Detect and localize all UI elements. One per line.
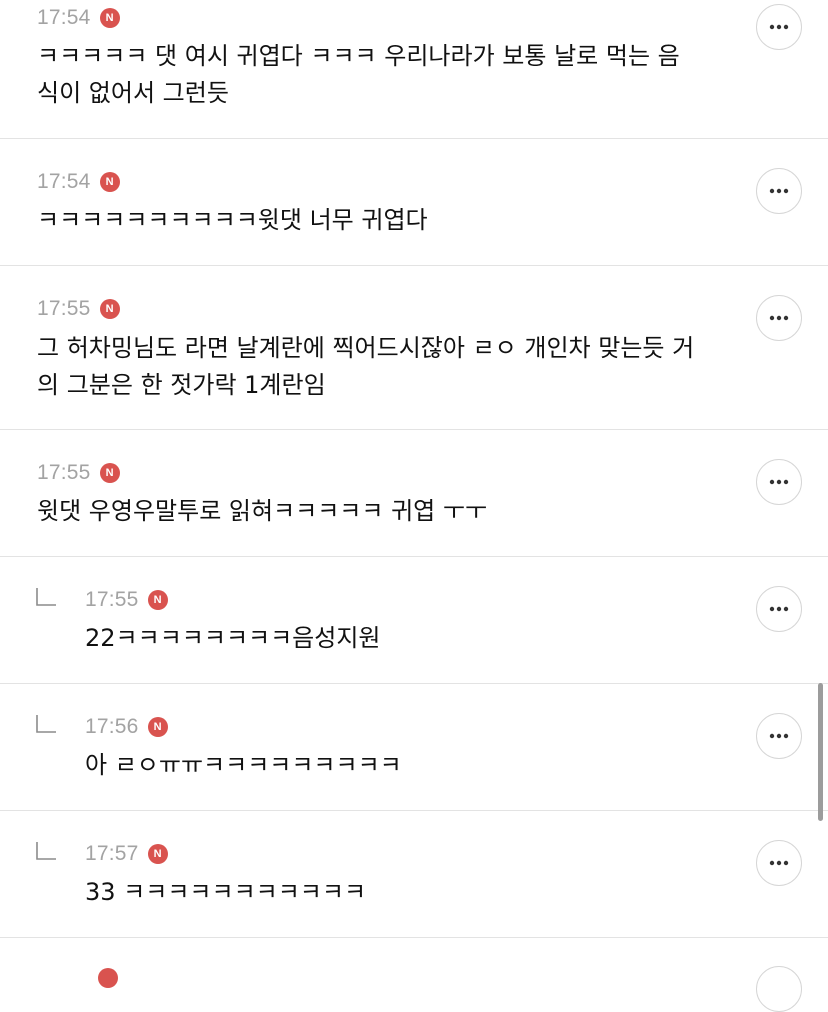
- more-options-button[interactable]: [756, 459, 802, 505]
- comment-time: 17:55: [37, 297, 91, 320]
- new-badge-icon: N: [99, 463, 120, 483]
- comment-time: 17:55: [37, 461, 91, 484]
- more-options-button[interactable]: [756, 168, 802, 214]
- more-horizontal-icon: [769, 733, 789, 739]
- more-horizontal-icon: [769, 188, 789, 194]
- comment-meta: 17:55 N: [37, 461, 120, 485]
- more-options-button[interactable]: [756, 586, 802, 632]
- comment-meta: 17:54 N: [37, 170, 120, 194]
- comment-item: 17:55 N 그 허차밍님도 라면 날계란에 찍어드시잖아 ㄹㅇ 개인차 맞는듯 …: [0, 266, 828, 430]
- reply-comment: 17:56 N 아 ㄹㅇㅠㅠㅋㅋㅋㅋㅋㅋㅋㅋㅋ: [0, 684, 828, 811]
- comment-text: 그 허차밍님도 라면 날계란에 찍어드시잖아 ㄹㅇ 개인차 맞는듯 거 의 그분…: [37, 334, 695, 399]
- reply-comment: 17:55 N 22ㅋㅋㅋㅋㅋㅋㅋㅋ음성지원: [0, 557, 828, 684]
- comment-text: 아 ㄹㅇㅠㅠㅋㅋㅋㅋㅋㅋㅋㅋㅋ: [85, 751, 402, 779]
- more-options-button[interactable]: [756, 713, 802, 759]
- comment-item: 17:55 N 윗댓 우영우말투로 읽혀ㅋㅋㅋㅋㅋ 귀엽 ㅜㅜ: [0, 430, 828, 557]
- new-badge-icon: N: [147, 717, 168, 737]
- new-badge-icon: [98, 968, 118, 988]
- more-horizontal-icon: [769, 606, 789, 612]
- comment-text: 윗댓 우영우말투로 읽혀ㅋㅋㅋㅋㅋ 귀엽 ㅜㅜ: [37, 497, 488, 525]
- more-options-button[interactable]: [756, 4, 802, 50]
- new-badge-icon: N: [99, 299, 120, 319]
- new-badge-label: N: [105, 175, 114, 188]
- new-badge-icon: N: [99, 8, 120, 28]
- new-badge-label: N: [105, 466, 114, 479]
- comment-meta: 17:55 N: [37, 297, 120, 321]
- comment-meta: 17:57 N: [85, 842, 168, 866]
- reply-arrow-icon: [36, 715, 56, 733]
- comment-text: 33 ㅋㅋㅋㅋㅋㅋㅋㅋㅋㅋㅋ: [85, 878, 367, 906]
- comment-text: ㅋㅋㅋㅋㅋㅋㅋㅋㅋㅋ윗댓 너무 귀엽다: [37, 206, 428, 234]
- comment-meta: 17:56 N: [85, 715, 168, 739]
- more-horizontal-icon: [769, 24, 789, 30]
- new-badge-icon: N: [147, 844, 168, 864]
- comment-item: 17:54 N ㅋㅋㅋㅋㅋㅋㅋㅋㅋㅋ윗댓 너무 귀엽다: [0, 139, 828, 266]
- comment-time: 17:57: [85, 842, 139, 865]
- more-horizontal-icon: [769, 479, 789, 485]
- comment-item-partial: [0, 938, 828, 1012]
- comment-meta: 17:55 N: [85, 588, 168, 612]
- new-badge-label: N: [153, 593, 162, 606]
- reply-arrow-icon: [36, 842, 56, 860]
- more-horizontal-icon: [769, 860, 789, 866]
- new-badge-label: N: [153, 847, 162, 860]
- new-badge-label: N: [153, 720, 162, 733]
- new-badge-icon: N: [99, 172, 120, 192]
- comment-text: ㅋㅋㅋㅋㅋ 댓 여시 귀엽다 ㅋㅋㅋ 우리나라가 보통 날로 먹는 음 식이 없…: [37, 42, 680, 107]
- more-options-button[interactable]: [756, 966, 802, 1012]
- reply-arrow-icon: [36, 588, 56, 606]
- more-horizontal-icon: [769, 315, 789, 321]
- comment-item: 17:54 N ㅋㅋㅋㅋㅋ 댓 여시 귀엽다 ㅋㅋㅋ 우리나라가 보통 날로 먹는 …: [0, 0, 828, 139]
- new-badge-label: N: [105, 11, 114, 24]
- comment-text: 22ㅋㅋㅋㅋㅋㅋㅋㅋ음성지원: [85, 624, 381, 652]
- comment-meta: 17:54 N: [37, 6, 120, 30]
- more-options-button[interactable]: [756, 295, 802, 341]
- comment-time: 17:56: [85, 715, 139, 738]
- new-badge-icon: N: [147, 590, 168, 610]
- comment-time: 17:54: [37, 6, 91, 29]
- reply-comment: 17:57 N 33 ㅋㅋㅋㅋㅋㅋㅋㅋㅋㅋㅋ: [0, 811, 828, 938]
- more-options-button[interactable]: [756, 840, 802, 886]
- comment-time: 17:55: [85, 588, 139, 611]
- scrollbar-thumb[interactable]: [818, 683, 823, 821]
- comment-time: 17:54: [37, 170, 91, 193]
- new-badge-label: N: [105, 302, 114, 315]
